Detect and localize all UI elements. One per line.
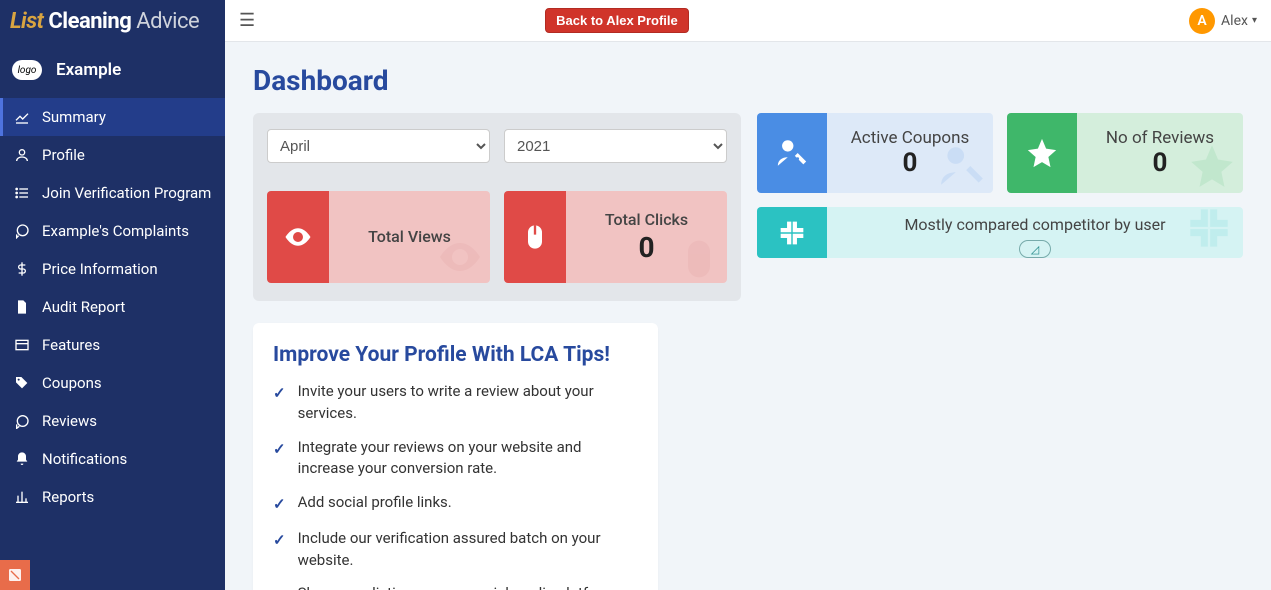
sidebar-item-label: Profile (42, 146, 85, 164)
compress-icon (757, 207, 827, 258)
card-active-coupons: Active Coupons 0 (757, 113, 993, 193)
stats-filter-card: April 2021 Total Views (253, 113, 741, 301)
compress-ghost-icon (1181, 207, 1237, 256)
user-menu[interactable]: A Alex ▾ (1189, 8, 1257, 34)
menu-toggle-icon[interactable]: ☰ (239, 10, 255, 31)
file-icon (12, 299, 32, 315)
comments-icon (12, 223, 32, 239)
sidebar-item-label: Notifications (42, 450, 127, 468)
metric-label: Total Clicks (605, 210, 688, 229)
mouse-icon (504, 191, 566, 283)
sidebar-item-audit[interactable]: Audit Report (0, 288, 225, 326)
comment-icon (12, 413, 32, 429)
sidebar-item-label: Price Information (42, 260, 158, 278)
metric-total-clicks: Total Clicks 0 (504, 191, 727, 283)
tip-text: Include our verification assured batch o… (298, 528, 638, 572)
dollar-icon (12, 261, 32, 277)
check-icon: ✓ (273, 439, 286, 461)
brand-part1: List (10, 9, 43, 34)
eye-ghost-icon (436, 233, 484, 281)
user-tag-icon (757, 113, 827, 193)
check-icon: ✓ (273, 585, 286, 590)
card-compared-competitor: Mostly compared competitor by user ◿ (757, 207, 1243, 258)
tip-text: Share your listing on your social media … (298, 583, 623, 590)
sidebar-item-label: Join Verification Program (42, 184, 211, 202)
sidebar-item-coupons[interactable]: Coupons (0, 364, 225, 402)
brand-logo: List Cleaning Advice (0, 0, 225, 42)
sidebar-item-price[interactable]: Price Information (0, 250, 225, 288)
brand-part3: Advice (131, 9, 199, 34)
tip-item: ✓ Invite your users to write a review abo… (273, 381, 638, 425)
eye-icon (267, 191, 329, 283)
sidebar-item-label: Coupons (42, 374, 102, 392)
card-label: Mostly compared competitor by user (904, 215, 1165, 234)
brand-part2: Cleaning (43, 9, 131, 34)
caret-down-icon: ▾ (1252, 15, 1257, 26)
sidebar-item-features[interactable]: Features (0, 326, 225, 364)
sidebar-item-label: Summary (42, 108, 106, 126)
bar-chart-icon (12, 489, 32, 505)
sidebar-item-profile[interactable]: Profile (0, 136, 225, 174)
bottom-corner-badge[interactable] (0, 560, 30, 590)
tips-card: Improve Your Profile With LCA Tips! ✓ Inv… (253, 323, 658, 590)
grid-icon (12, 337, 32, 353)
sidebar-item-verification[interactable]: Join Verification Program (0, 174, 225, 212)
user-name: Alex (1221, 13, 1248, 29)
header: ☰ Back to Alex Profile A Alex ▾ (225, 0, 1271, 42)
card-value: 0 (1153, 148, 1168, 178)
tip-item: ✓ Add social profile links. (273, 492, 638, 516)
org-badge-icon: logo (12, 60, 42, 80)
bell-icon (12, 451, 32, 467)
org-name: Example (56, 60, 121, 80)
month-select[interactable]: April (267, 129, 490, 163)
list-icon (12, 185, 32, 201)
sidebar-item-notifications[interactable]: Notifications (0, 440, 225, 478)
tips-title: Improve Your Profile With LCA Tips! (273, 343, 638, 367)
card-value: 0 (903, 148, 918, 178)
tip-text: Integrate your reviews on your website a… (298, 437, 638, 481)
broken-image-icon: ◿ (1019, 240, 1051, 258)
mouse-ghost-icon (677, 237, 721, 281)
corner-icon (7, 567, 23, 583)
sidebar-item-label: Reports (42, 488, 94, 506)
tip-text: Add social profile links. (298, 492, 452, 514)
sidebar-item-label: Reviews (42, 412, 97, 430)
star-icon (1007, 113, 1077, 193)
back-to-profile-button[interactable]: Back to Alex Profile (545, 8, 689, 33)
sidebar-item-label: Features (42, 336, 100, 354)
user-icon (12, 147, 32, 163)
tip-text: Invite your users to write a review abou… (298, 381, 638, 425)
sidebar-item-label: Example's Complaints (42, 222, 189, 240)
metric-total-views: Total Views (267, 191, 490, 283)
sidebar-item-reports[interactable]: Reports (0, 478, 225, 516)
sidebar-item-summary[interactable]: Summary (0, 98, 225, 136)
main-content: Dashboard April 2021 Total Views (225, 42, 1271, 590)
tip-item: ✓ Include our verification assured batch … (273, 528, 638, 572)
org-row[interactable]: logo Example (0, 42, 225, 98)
metric-value: 0 (638, 231, 654, 264)
tip-item: ✓ Integrate your reviews on your website … (273, 437, 638, 481)
tip-item: ✓ Share your listing on your social media… (273, 583, 638, 590)
year-select[interactable]: 2021 (504, 129, 727, 163)
sidebar-nav: Summary Profile Join Verification Progra… (0, 98, 225, 516)
sidebar-item-label: Audit Report (42, 298, 125, 316)
star-ghost-icon (1187, 141, 1237, 191)
tips-list: ✓ Invite your users to write a review abo… (273, 381, 638, 590)
check-icon: ✓ (273, 383, 286, 405)
avatar: A (1189, 8, 1215, 34)
check-icon: ✓ (273, 530, 286, 552)
tag-icon (12, 375, 32, 391)
sidebar-item-reviews[interactable]: Reviews (0, 402, 225, 440)
page-title: Dashboard (253, 64, 1243, 97)
check-icon: ✓ (273, 494, 286, 516)
user-tag-ghost-icon (937, 141, 987, 191)
chart-line-icon (12, 109, 32, 125)
sidebar-item-complaints[interactable]: Example's Complaints (0, 212, 225, 250)
card-no-of-reviews: No of Reviews 0 (1007, 113, 1243, 193)
sidebar: List Cleaning Advice logo Example Summar… (0, 0, 225, 590)
